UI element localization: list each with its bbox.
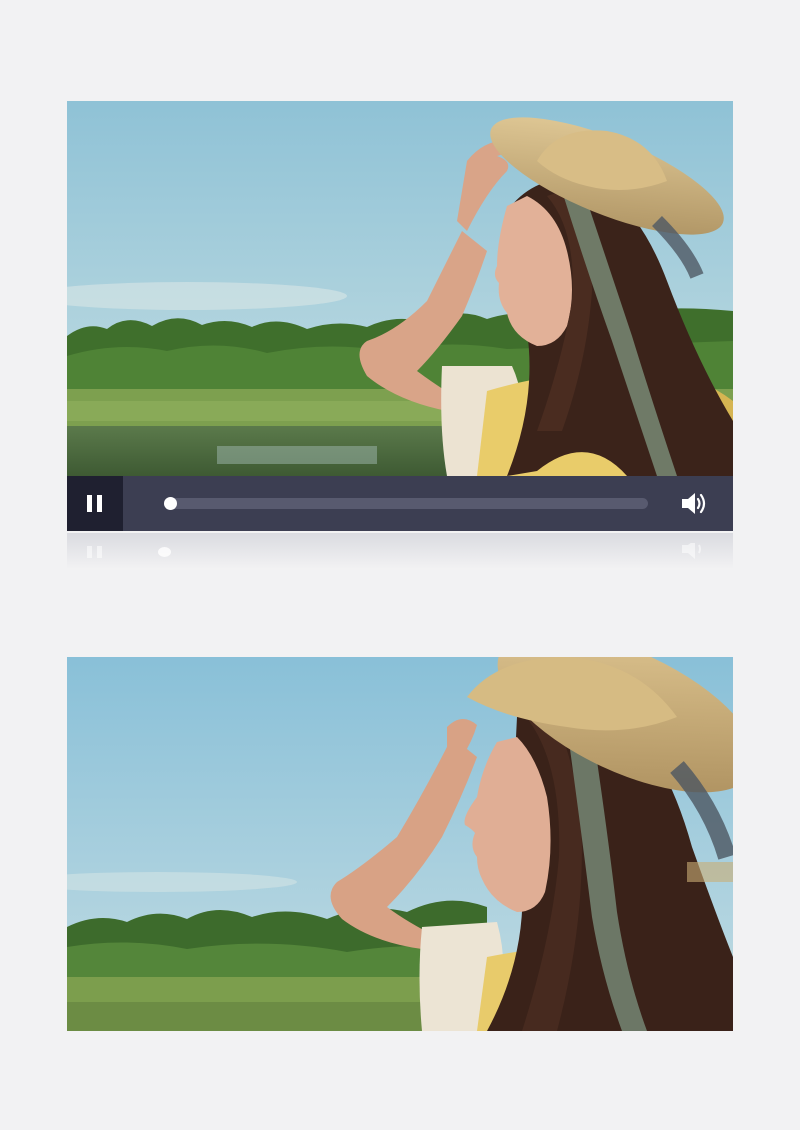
progress-handle-reflection <box>158 547 171 557</box>
progress-bar[interactable] <box>164 497 648 510</box>
volume-button[interactable] <box>680 490 708 517</box>
video-image-woman-hat-closeup <box>67 657 733 1031</box>
video-frame-bottom[interactable] <box>67 657 733 1031</box>
volume-icon <box>682 493 706 514</box>
pause-icon-reflection <box>87 546 103 558</box>
controls-reflection <box>67 533 733 569</box>
pause-button[interactable] <box>67 476 123 531</box>
video-image-woman-hat-lake <box>67 101 733 476</box>
pause-icon <box>87 495 103 512</box>
video-frame-top[interactable] <box>67 101 733 476</box>
video-controls-bar <box>67 476 733 531</box>
progress-handle[interactable] <box>164 497 177 510</box>
volume-icon-reflection <box>682 543 701 559</box>
